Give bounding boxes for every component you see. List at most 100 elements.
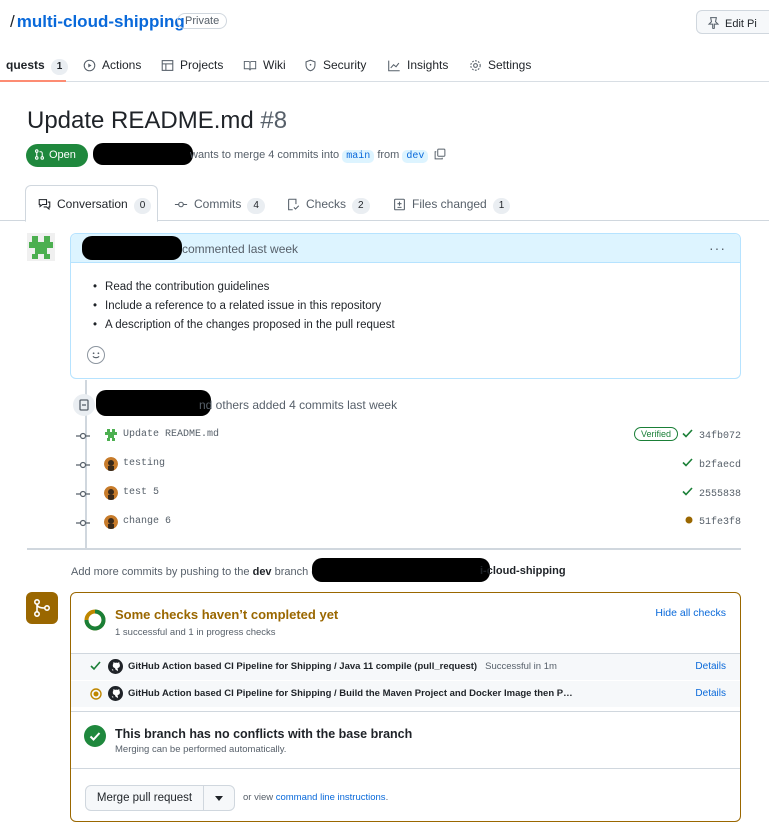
tab-files-changed[interactable]: Files changed 1 (393, 197, 511, 214)
verified-badge[interactable]: Verified (633, 427, 678, 441)
add-more-branch: dev (252, 566, 272, 578)
pr-state-badge: Open (26, 144, 88, 167)
check-icon (682, 429, 693, 438)
base-branch[interactable]: main (342, 150, 375, 163)
head-branch[interactable]: dev (402, 150, 429, 163)
check-name: GitHub Action based CI Pipeline for Ship… (128, 661, 478, 672)
cli-suffix: . (385, 792, 389, 803)
check-result: Successful in 1m (485, 661, 557, 672)
nav-insights-label: Insights (407, 58, 449, 72)
repo-prefix: / (10, 12, 15, 31)
add-more-repo-link[interactable]: i-cloud-shipping (480, 565, 566, 577)
copy-icon[interactable] (434, 148, 446, 160)
hide-all-checks-link[interactable]: Hide all checks (655, 607, 726, 619)
github-icon (108, 686, 123, 701)
nav-actions[interactable]: Actions (83, 58, 141, 72)
commit-author-avatar[interactable] (104, 515, 118, 529)
comment-discussion-icon (38, 199, 51, 211)
check-name-link[interactable]: GitHub Action based CI Pipeline for Ship… (128, 661, 557, 672)
check-circle-icon (84, 725, 106, 747)
nav-settings[interactable]: Settings (469, 58, 531, 72)
commits-added-text: nd others added 4 commits last week (199, 398, 398, 412)
check-details-link[interactable]: Details (695, 661, 726, 672)
nav-wiki[interactable]: Wiki (243, 58, 286, 72)
commit-message-link[interactable]: change 6 (123, 516, 171, 527)
nav-pull-requests-count: 1 (50, 59, 69, 75)
comment-body-list: Read the contribution guidelines Include… (93, 278, 395, 335)
commit-message-link[interactable]: testing (123, 458, 165, 469)
check-details-link[interactable]: Details (695, 688, 726, 699)
merge-separator (71, 768, 740, 769)
or-view-text: or view (243, 792, 274, 803)
gear-icon (470, 60, 481, 71)
pr-title: Update README.md #8 (27, 107, 287, 135)
comment-list-item: Read the contribution guidelines (93, 278, 395, 297)
checks-title: Some checks haven’t completed yet (115, 607, 339, 622)
comment-list-item: A description of the changes proposed in… (93, 316, 395, 335)
redacted-repo-owner (312, 558, 490, 582)
book-icon (243, 60, 257, 71)
commenter-avatar[interactable] (27, 233, 55, 261)
tab-commits-count: 4 (247, 198, 265, 214)
git-pull-request-icon (34, 149, 45, 160)
commit-author-avatar[interactable] (104, 486, 118, 500)
nav-insights[interactable]: Insights (387, 58, 448, 72)
commit-row: testing b2faecd (76, 456, 741, 476)
pr-number: #8 (260, 107, 288, 134)
commit-sha: b2faecd (698, 460, 741, 471)
nav-projects[interactable]: Projects (161, 58, 223, 72)
repo-push-icon (73, 394, 95, 416)
smiley-icon[interactable] (87, 346, 105, 364)
commit-sha-link[interactable]: 34fb072 (682, 429, 741, 442)
commit-sha-link[interactable]: b2faecd (682, 458, 741, 471)
commit-sha-link[interactable]: 2555838 (682, 487, 741, 500)
commit-row: Update README.md Verified 34fb072 (76, 427, 741, 447)
nav-actions-label: Actions (102, 58, 142, 72)
tab-commits-label: Commits (194, 197, 242, 211)
table-icon (161, 60, 174, 71)
nav-pull-requests[interactable]: quests 1 (6, 58, 69, 75)
tab-checks[interactable]: Checks 2 (287, 197, 370, 214)
checklist-icon (288, 198, 300, 211)
comment-header-text: commented last week (182, 242, 299, 256)
edit-pins-label: Edit Pi (725, 18, 757, 30)
checks-progress-ring-icon (84, 609, 106, 631)
repo-nav: quests 1 Actions Projects Wiki Security I… (0, 50, 769, 82)
commit-sha-link[interactable]: 51fe3f8 (685, 516, 741, 528)
commit-sha: 2555838 (698, 489, 741, 500)
repo-header: / multi-cloud-shipping Private Edit Pi (0, 10, 769, 36)
file-diff-icon (394, 198, 405, 211)
tab-checks-count: 2 (352, 198, 370, 214)
commit-message-link[interactable]: Update README.md (123, 429, 219, 440)
pr-state-label: Open (49, 149, 76, 161)
comment-list-item: Include a reference to a related issue i… (93, 297, 395, 316)
commit-sha: 34fb072 (698, 431, 741, 442)
merge-summary: wants to merge 4 commits into main from … (190, 148, 446, 163)
pr-tabs: Conversation 0 Commits 4 Checks 2 Files cha… (0, 185, 769, 222)
merge-pull-request-button[interactable]: Merge pull request (86, 786, 204, 810)
nav-security-label: Security (323, 58, 367, 72)
repo-name-link[interactable]: / multi-cloud-shipping (10, 12, 185, 32)
tab-files-changed-label: Files changed (412, 197, 487, 211)
redacted-pusher (96, 390, 211, 416)
caret-down-icon[interactable] (215, 796, 223, 801)
shield-icon (305, 59, 316, 72)
check-icon (90, 661, 101, 671)
check-name-link[interactable]: GitHub Action based CI Pipeline for Ship… (128, 688, 573, 699)
commit-author-avatar[interactable] (104, 428, 118, 442)
git-merge-icon (26, 592, 58, 624)
visibility-badge: Private (177, 13, 228, 29)
commit-message-link[interactable]: test 5 (123, 487, 159, 498)
tab-commits[interactable]: Commits 4 (174, 197, 265, 214)
command-line-hint: or view command line instructions. (243, 792, 388, 803)
pending-dot-icon (685, 516, 693, 524)
commit-author-avatar[interactable] (104, 457, 118, 471)
comment-menu-icon[interactable]: ··· (709, 240, 726, 256)
command-line-instructions-link[interactable]: command line instructions (276, 792, 386, 803)
tab-conversation-label: Conversation (57, 197, 128, 211)
nav-security[interactable]: Security (304, 58, 366, 72)
tab-conversation[interactable]: Conversation 0 (38, 197, 152, 214)
check-row: GitHub Action based CI Pipeline for Ship… (71, 654, 740, 680)
edit-pins-button[interactable]: Edit Pi (696, 10, 769, 34)
checks-separator (71, 711, 740, 712)
